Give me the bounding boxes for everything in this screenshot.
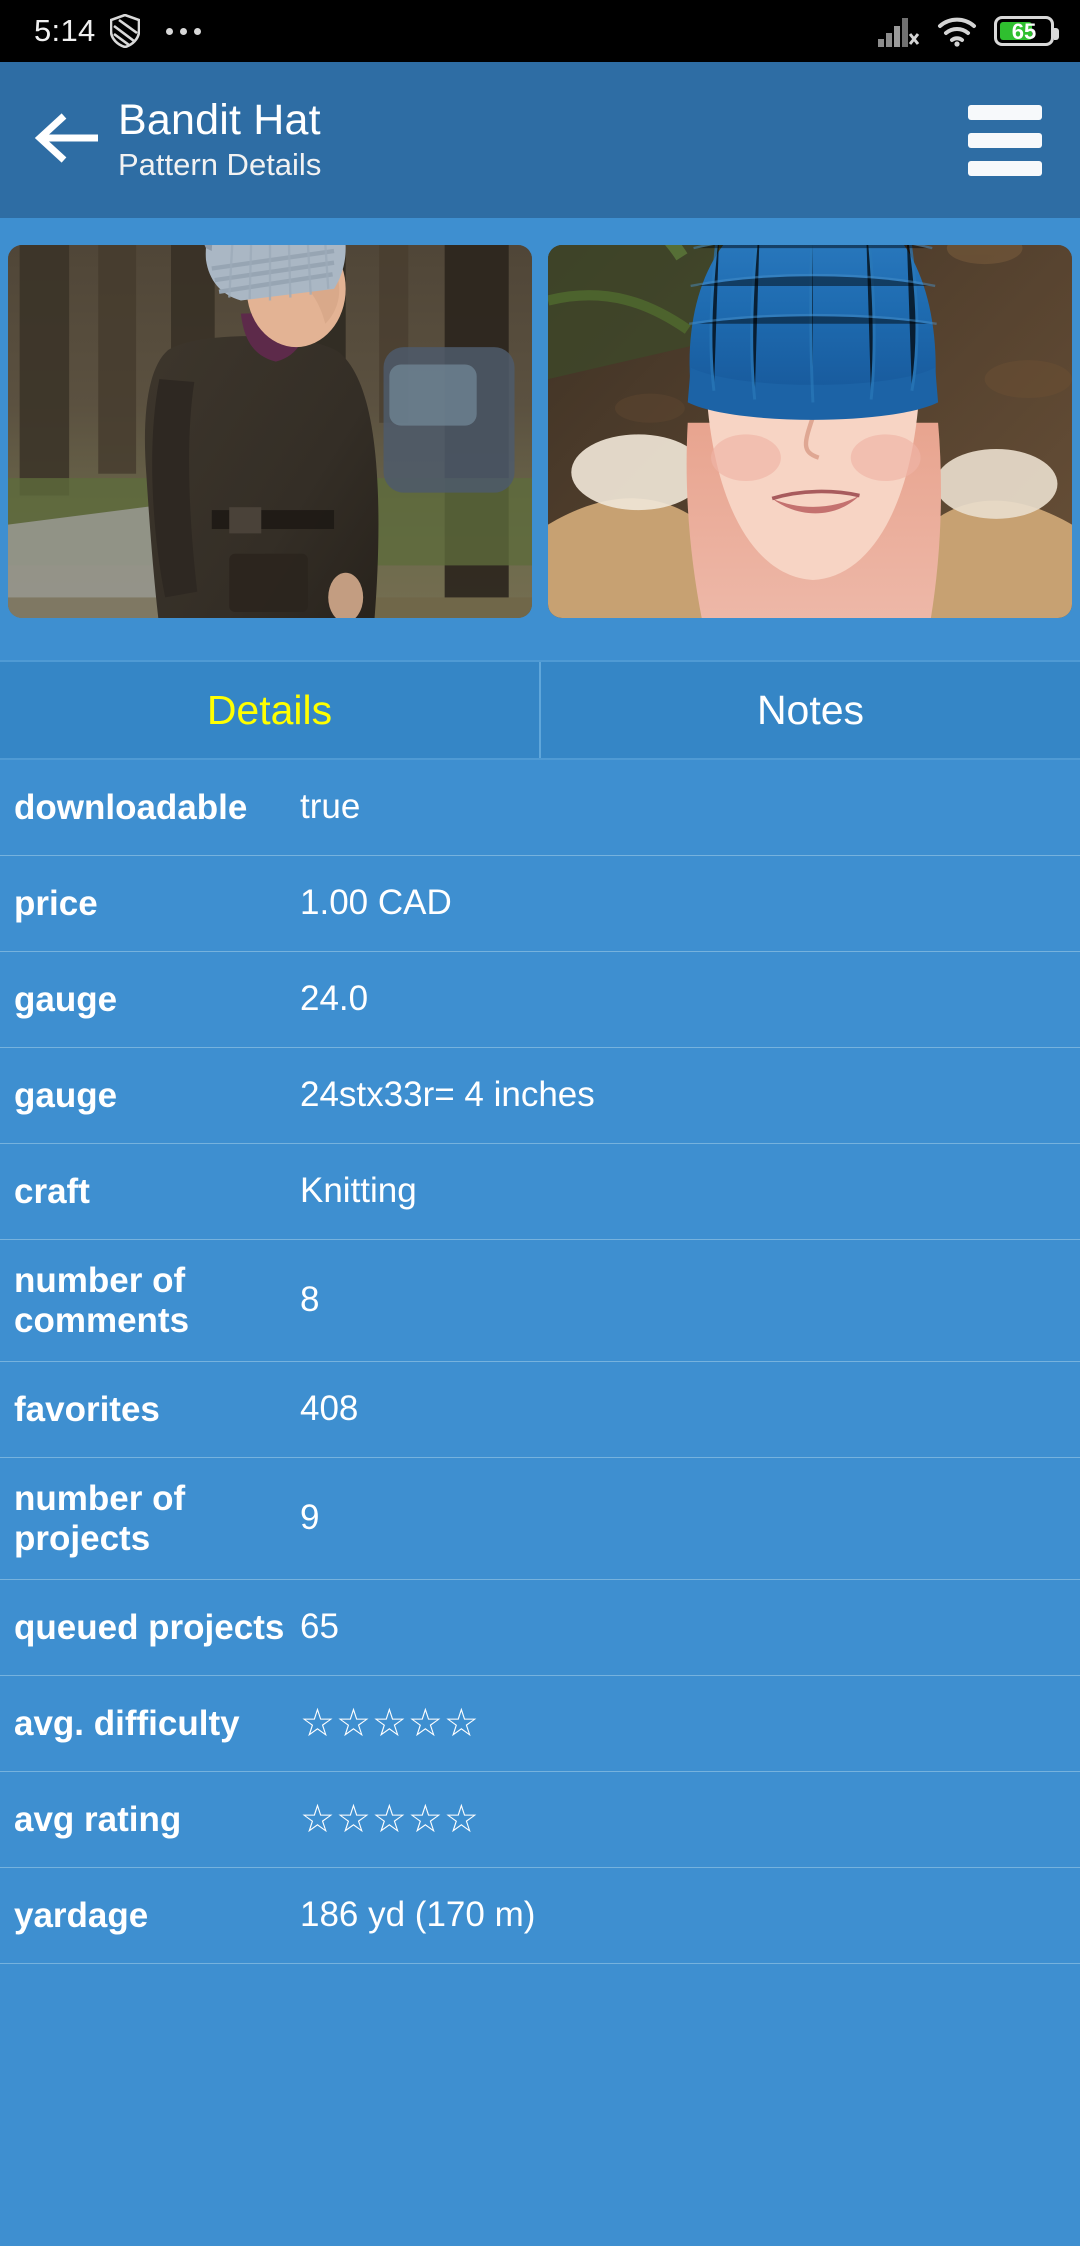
shield-icon: [109, 14, 140, 48]
app-bar-titles: Bandit Hat Pattern Details: [118, 96, 968, 183]
row-key: favorites: [14, 1389, 160, 1429]
tab-bar: Details Notes: [0, 660, 1080, 760]
details-list: downloadable true price 1.00 CAD gauge 2…: [0, 760, 1080, 1964]
row-value: true: [300, 787, 361, 827]
row-key: gauge: [14, 1075, 118, 1115]
row-key: number of projects: [14, 1479, 186, 1558]
status-bar: 5:14 65: [0, 0, 1080, 62]
photo-gallery: [0, 218, 1080, 618]
battery-icon: 65: [994, 16, 1059, 46]
table-row[interactable]: favorites 408: [0, 1362, 1080, 1458]
avg-difficulty-stars: ☆☆☆☆☆: [300, 1702, 480, 1745]
page-title: Bandit Hat: [118, 96, 321, 145]
row-value: 8: [300, 1280, 320, 1320]
row-key: price: [14, 883, 98, 923]
back-arrow-icon: [34, 108, 100, 173]
table-row[interactable]: queued projects 65: [0, 1580, 1080, 1676]
row-value: 9: [300, 1498, 320, 1538]
tab-notes[interactable]: Notes: [539, 662, 1080, 758]
status-bar-clock: 5:14: [34, 13, 96, 48]
table-row[interactable]: yardage 186 yd (170 m): [0, 1868, 1080, 1964]
row-key: avg. difficulty: [14, 1703, 240, 1743]
pattern-photo-2[interactable]: [548, 245, 1072, 618]
hamburger-menu-icon[interactable]: [968, 104, 1042, 176]
status-bar-left: 5:14: [34, 13, 201, 49]
row-key: queued projects: [14, 1607, 285, 1647]
table-row[interactable]: gauge 24stx33r= 4 inches: [0, 1048, 1080, 1144]
row-value: 24stx33r= 4 inches: [300, 1075, 595, 1115]
row-key: avg rating: [14, 1799, 182, 1839]
table-row[interactable]: downloadable true: [0, 760, 1080, 856]
row-value: 408: [300, 1389, 359, 1429]
more-dots-icon: [165, 27, 201, 35]
row-value: Knitting: [300, 1171, 417, 1211]
row-key: yardage: [14, 1895, 149, 1935]
avg-rating-stars: ☆☆☆☆☆: [300, 1798, 480, 1841]
page-subtitle: Pattern Details: [118, 147, 322, 183]
row-key: gauge: [14, 979, 118, 1019]
tab-notes-label: Notes: [756, 686, 865, 733]
table-row[interactable]: price 1.00 CAD: [0, 856, 1080, 952]
status-bar-right: 65: [878, 15, 1059, 47]
back-button[interactable]: [28, 101, 106, 179]
row-value: 24.0: [300, 979, 369, 1019]
row-value: 65: [300, 1607, 339, 1647]
tab-details[interactable]: Details: [0, 662, 539, 758]
table-row[interactable]: gauge 24.0: [0, 952, 1080, 1048]
table-row[interactable]: number of comments 8: [0, 1240, 1080, 1362]
table-row[interactable]: avg. difficulty ☆☆☆☆☆: [0, 1676, 1080, 1772]
app-bar: Bandit Hat Pattern Details: [0, 62, 1080, 218]
table-row[interactable]: avg rating ☆☆☆☆☆: [0, 1772, 1080, 1868]
app-screen: 5:14 65 Bandit Hat Pattern Details Detai…: [0, 0, 1080, 2246]
table-row[interactable]: craft Knitting: [0, 1144, 1080, 1240]
row-key: downloadable: [14, 787, 248, 827]
table-row[interactable]: number of projects 9: [0, 1458, 1080, 1580]
row-key: number of comments: [14, 1261, 190, 1340]
pattern-photo-1[interactable]: [8, 245, 532, 618]
battery-level-label: 65: [1011, 19, 1037, 44]
row-key: craft: [14, 1171, 90, 1211]
row-value: 1.00 CAD: [300, 883, 452, 923]
tab-details-label: Details: [206, 686, 333, 733]
wifi-icon: [937, 15, 977, 47]
row-value: 186 yd (170 m): [300, 1895, 536, 1935]
cellular-signal-off-icon: [878, 15, 920, 47]
